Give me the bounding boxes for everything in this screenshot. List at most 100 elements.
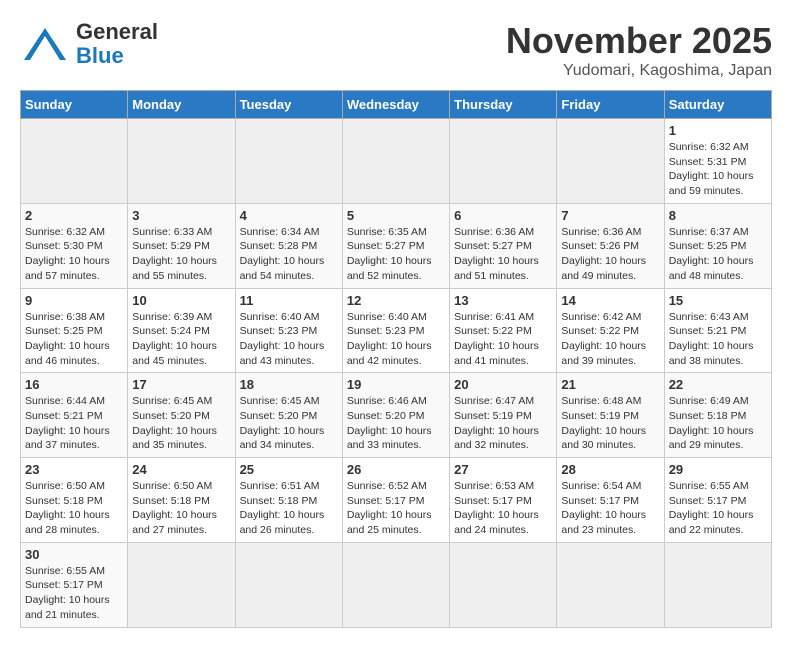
logo-blue-text: Blue <box>76 44 158 68</box>
day-info: Sunrise: 6:33 AM Sunset: 5:29 PM Dayligh… <box>132 225 230 284</box>
day-number: 30 <box>25 547 123 562</box>
day-info: Sunrise: 6:45 AM Sunset: 5:20 PM Dayligh… <box>240 394 338 453</box>
calendar-cell: 28 Sunrise: 6:54 AM Sunset: 5:17 PM Dayli… <box>557 458 664 543</box>
logo: General Blue <box>20 20 158 68</box>
day-info: Sunrise: 6:36 AM Sunset: 5:27 PM Dayligh… <box>454 225 552 284</box>
day-number: 16 <box>25 377 123 392</box>
day-info: Sunrise: 6:55 AM Sunset: 5:17 PM Dayligh… <box>669 479 767 538</box>
day-info: Sunrise: 6:43 AM Sunset: 5:21 PM Dayligh… <box>669 310 767 369</box>
page-header: General Blue November 2025 Yudomari, Kag… <box>20 20 772 80</box>
calendar-header-row: SundayMondayTuesdayWednesdayThursdayFrid… <box>21 91 772 119</box>
location-text: Yudomari, Kagoshima, Japan <box>506 62 772 80</box>
day-number: 1 <box>669 123 767 138</box>
calendar-cell: 27 Sunrise: 6:53 AM Sunset: 5:17 PM Dayli… <box>450 458 557 543</box>
day-number: 5 <box>347 208 445 223</box>
calendar-cell: 1Sunrise: 6:32 AM Sunset: 5:31 PM Daylig… <box>664 119 771 204</box>
calendar-cell <box>664 542 771 627</box>
day-info: Sunrise: 6:40 AM Sunset: 5:23 PM Dayligh… <box>240 310 338 369</box>
calendar-cell: 11 Sunrise: 6:40 AM Sunset: 5:23 PM Dayli… <box>235 288 342 373</box>
day-number: 15 <box>669 293 767 308</box>
calendar-cell: 7Sunrise: 6:36 AM Sunset: 5:26 PM Daylig… <box>557 203 664 288</box>
calendar-cell: 16 Sunrise: 6:44 AM Sunset: 5:21 PM Dayli… <box>21 373 128 458</box>
day-info: Sunrise: 6:46 AM Sunset: 5:20 PM Dayligh… <box>347 394 445 453</box>
day-number: 28 <box>561 462 659 477</box>
day-info: Sunrise: 6:53 AM Sunset: 5:17 PM Dayligh… <box>454 479 552 538</box>
day-number: 29 <box>669 462 767 477</box>
day-header-wednesday: Wednesday <box>342 91 449 119</box>
day-info: Sunrise: 6:49 AM Sunset: 5:18 PM Dayligh… <box>669 394 767 453</box>
logo-general-text: General <box>76 20 158 44</box>
day-info: Sunrise: 6:44 AM Sunset: 5:21 PM Dayligh… <box>25 394 123 453</box>
day-number: 21 <box>561 377 659 392</box>
day-info: Sunrise: 6:55 AM Sunset: 5:17 PM Dayligh… <box>25 564 123 623</box>
day-info: Sunrise: 6:42 AM Sunset: 5:22 PM Dayligh… <box>561 310 659 369</box>
day-info: Sunrise: 6:34 AM Sunset: 5:28 PM Dayligh… <box>240 225 338 284</box>
calendar-cell <box>21 119 128 204</box>
calendar-cell: 8 Sunrise: 6:37 AM Sunset: 5:25 PM Daylig… <box>664 203 771 288</box>
calendar-cell: 10 Sunrise: 6:39 AM Sunset: 5:24 PM Dayli… <box>128 288 235 373</box>
calendar-cell: 22 Sunrise: 6:49 AM Sunset: 5:18 PM Dayli… <box>664 373 771 458</box>
day-number: 3 <box>132 208 230 223</box>
calendar-cell <box>450 119 557 204</box>
calendar-week-row: 1Sunrise: 6:32 AM Sunset: 5:31 PM Daylig… <box>21 119 772 204</box>
calendar-cell: 25Sunrise: 6:51 AM Sunset: 5:18 PM Dayli… <box>235 458 342 543</box>
day-info: Sunrise: 6:47 AM Sunset: 5:19 PM Dayligh… <box>454 394 552 453</box>
day-number: 11 <box>240 293 338 308</box>
day-number: 22 <box>669 377 767 392</box>
month-title: November 2025 <box>506 20 772 62</box>
day-number: 23 <box>25 462 123 477</box>
calendar-cell: 9 Sunrise: 6:38 AM Sunset: 5:25 PM Daylig… <box>21 288 128 373</box>
day-number: 9 <box>25 293 123 308</box>
day-header-saturday: Saturday <box>664 91 771 119</box>
day-info: Sunrise: 6:38 AM Sunset: 5:25 PM Dayligh… <box>25 310 123 369</box>
day-header-thursday: Thursday <box>450 91 557 119</box>
day-info: Sunrise: 6:36 AM Sunset: 5:26 PM Dayligh… <box>561 225 659 284</box>
day-header-monday: Monday <box>128 91 235 119</box>
calendar-cell: 15 Sunrise: 6:43 AM Sunset: 5:21 PM Dayli… <box>664 288 771 373</box>
day-info: Sunrise: 6:40 AM Sunset: 5:23 PM Dayligh… <box>347 310 445 369</box>
calendar-cell <box>450 542 557 627</box>
calendar-cell: 2Sunrise: 6:32 AM Sunset: 5:30 PM Daylig… <box>21 203 128 288</box>
calendar-week-row: 30 Sunrise: 6:55 AM Sunset: 5:17 PM Dayli… <box>21 542 772 627</box>
day-info: Sunrise: 6:54 AM Sunset: 5:17 PM Dayligh… <box>561 479 659 538</box>
calendar-cell: 12 Sunrise: 6:40 AM Sunset: 5:23 PM Dayli… <box>342 288 449 373</box>
day-number: 10 <box>132 293 230 308</box>
day-number: 19 <box>347 377 445 392</box>
day-header-sunday: Sunday <box>21 91 128 119</box>
day-info: Sunrise: 6:48 AM Sunset: 5:19 PM Dayligh… <box>561 394 659 453</box>
calendar-week-row: 9 Sunrise: 6:38 AM Sunset: 5:25 PM Daylig… <box>21 288 772 373</box>
day-info: Sunrise: 6:39 AM Sunset: 5:24 PM Dayligh… <box>132 310 230 369</box>
calendar-cell <box>342 119 449 204</box>
calendar-cell: 5 Sunrise: 6:35 AM Sunset: 5:27 PM Daylig… <box>342 203 449 288</box>
day-info: Sunrise: 6:51 AM Sunset: 5:18 PM Dayligh… <box>240 479 338 538</box>
calendar-cell: 18 Sunrise: 6:45 AM Sunset: 5:20 PM Dayli… <box>235 373 342 458</box>
day-number: 17 <box>132 377 230 392</box>
calendar-cell: 13Sunrise: 6:41 AM Sunset: 5:22 PM Dayli… <box>450 288 557 373</box>
day-info: Sunrise: 6:50 AM Sunset: 5:18 PM Dayligh… <box>132 479 230 538</box>
day-number: 12 <box>347 293 445 308</box>
day-info: Sunrise: 6:35 AM Sunset: 5:27 PM Dayligh… <box>347 225 445 284</box>
day-info: Sunrise: 6:52 AM Sunset: 5:17 PM Dayligh… <box>347 479 445 538</box>
day-header-tuesday: Tuesday <box>235 91 342 119</box>
calendar-cell: 29 Sunrise: 6:55 AM Sunset: 5:17 PM Dayli… <box>664 458 771 543</box>
day-info: Sunrise: 6:45 AM Sunset: 5:20 PM Dayligh… <box>132 394 230 453</box>
calendar-week-row: 23 Sunrise: 6:50 AM Sunset: 5:18 PM Dayli… <box>21 458 772 543</box>
calendar-cell <box>557 119 664 204</box>
calendar-week-row: 2Sunrise: 6:32 AM Sunset: 5:30 PM Daylig… <box>21 203 772 288</box>
calendar-week-row: 16 Sunrise: 6:44 AM Sunset: 5:21 PM Dayli… <box>21 373 772 458</box>
calendar-cell: 19 Sunrise: 6:46 AM Sunset: 5:20 PM Dayli… <box>342 373 449 458</box>
day-header-friday: Friday <box>557 91 664 119</box>
calendar-cell <box>235 119 342 204</box>
calendar-cell: 3 Sunrise: 6:33 AM Sunset: 5:29 PM Daylig… <box>128 203 235 288</box>
calendar-cell: 14Sunrise: 6:42 AM Sunset: 5:22 PM Dayli… <box>557 288 664 373</box>
calendar-cell: 26Sunrise: 6:52 AM Sunset: 5:17 PM Dayli… <box>342 458 449 543</box>
day-number: 18 <box>240 377 338 392</box>
day-number: 4 <box>240 208 338 223</box>
day-info: Sunrise: 6:37 AM Sunset: 5:25 PM Dayligh… <box>669 225 767 284</box>
calendar-cell: 6Sunrise: 6:36 AM Sunset: 5:27 PM Daylig… <box>450 203 557 288</box>
calendar-cell: 23Sunrise: 6:50 AM Sunset: 5:18 PM Dayli… <box>21 458 128 543</box>
day-number: 8 <box>669 208 767 223</box>
day-number: 27 <box>454 462 552 477</box>
day-number: 24 <box>132 462 230 477</box>
calendar-cell: 21 Sunrise: 6:48 AM Sunset: 5:19 PM Dayli… <box>557 373 664 458</box>
